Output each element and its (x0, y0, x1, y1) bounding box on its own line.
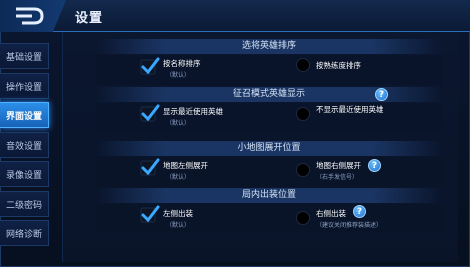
back-arrow-icon (16, 7, 44, 25)
section-title-hero-sort: 选将英雄排序 (96, 39, 442, 54)
option-sub-map-right: （右手发信号） (316, 174, 359, 181)
section-title-minimap: 小地图展开位置 (96, 141, 442, 156)
option-sub-sort-name: （默认） (166, 72, 191, 79)
check-icon[interactable] (140, 104, 160, 124)
page-title: 设置 (75, 11, 104, 26)
option-label-sort-name: 按名称排序 (163, 59, 201, 68)
radio-build-right[interactable] (296, 211, 310, 225)
header-bar: 设置 (0, 0, 470, 32)
sidebar-item-interface[interactable]: 界面设置 (0, 102, 49, 128)
radio-sort-proficiency[interactable] (296, 58, 310, 72)
check-icon[interactable] (140, 158, 160, 178)
sidebar-item-basic[interactable]: 基础设置 (0, 43, 49, 69)
sidebar-item-sound[interactable]: 音效设置 (0, 132, 49, 158)
section-title-draft-display: 征召模式英雄显示 (96, 87, 442, 102)
back-button[interactable] (0, 0, 66, 32)
radio-map-right[interactable] (296, 163, 310, 177)
sidebar-item-replay[interactable]: 录像设置 (0, 161, 49, 187)
option-label-build-left: 左侧出装 (163, 209, 193, 218)
section-title-item-build: 局内出装位置 (96, 188, 442, 203)
sidebar-item-password[interactable]: 二级密码 (0, 191, 49, 217)
help-icon[interactable]: ? (375, 88, 388, 101)
option-sub-build-right: （建议关闭推荐装描述） (316, 222, 383, 229)
check-icon[interactable] (140, 205, 160, 225)
option-sub-show-recent: （默认） (166, 120, 191, 127)
sidebar-item-controls[interactable]: 操作设置 (0, 73, 49, 99)
option-sub-map-left: （默认） (166, 174, 191, 181)
help-icon[interactable]: ? (368, 159, 381, 172)
help-icon[interactable]: ? (353, 205, 366, 218)
option-label-sort-proficiency: 按熟练度排序 (316, 61, 361, 70)
check-icon[interactable] (140, 57, 160, 77)
sidebar-item-network[interactable]: 网络诊断 (0, 220, 49, 246)
option-label-build-right: 右侧出装 (316, 209, 346, 218)
option-sub-build-left: （默认） (166, 222, 191, 229)
option-label-map-right: 地图右侧展开 (316, 161, 361, 170)
radio-hide-recent[interactable] (296, 107, 310, 121)
option-label-show-recent: 显示最近使用英雄 (163, 107, 223, 116)
option-label-map-left: 地图左侧展开 (163, 161, 208, 170)
sidebar: 基础设置 操作设置 界面设置 音效设置 录像设置 二级密码 网络诊断 (0, 40, 49, 260)
option-label-hide-recent: 不显示最近使用英雄 (316, 105, 384, 114)
